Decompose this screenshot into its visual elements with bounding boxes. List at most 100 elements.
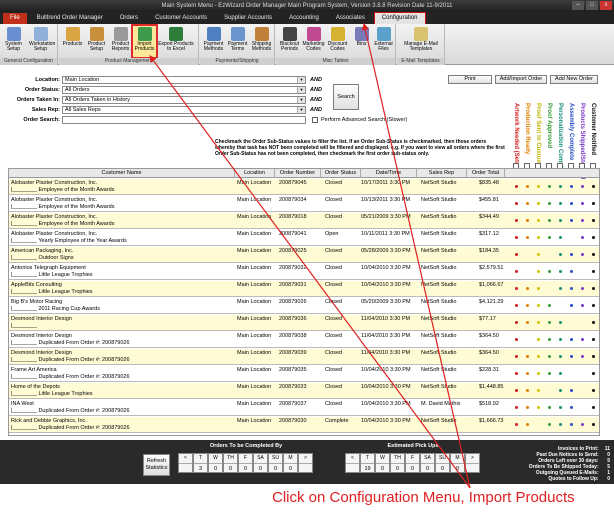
day-box[interactable]: T3: [193, 453, 208, 473]
payment-methods-button[interactable]: Payment Methods: [202, 26, 225, 57]
day-box[interactable]: SU 0: [435, 453, 450, 473]
substatus-filter-personalization[interactable]: Personalization Complete: [556, 103, 565, 176]
table-row[interactable]: Alobaster Plaster Construction, Inc. Main…: [9, 230, 599, 246]
table-row[interactable]: Alobaster Plaster Construction, Inc. Main…: [9, 196, 599, 212]
sales-rep-select[interactable]: All Sales Reps ▼: [62, 106, 306, 114]
table-row[interactable]: Antonios Telegraph Equipment Main Locatio…: [9, 264, 599, 280]
order-status-select[interactable]: All Orders ▼: [62, 86, 306, 94]
substatus-filter-artwork[interactable]: Artwork Needed (Setup): [512, 103, 521, 171]
day-box[interactable]: TH 0: [390, 453, 405, 473]
cell-description: |________ Duplicated From Order #: 20087…: [11, 408, 130, 414]
table-row[interactable]: American Packaging, Inc. Main Location 200…: [9, 247, 599, 263]
minimize-button[interactable]: –: [572, 1, 584, 10]
stat-quotes[interactable]: Quotes to Follow Up: 0: [514, 476, 610, 482]
substatus-filter-production[interactable]: Production Ready: [523, 103, 532, 169]
tab-file[interactable]: File: [3, 12, 27, 24]
substatus-filter-proof-sent[interactable]: Proof Sent to Customer: [534, 103, 543, 170]
day-box[interactable]: TH 0: [223, 453, 238, 473]
day-box[interactable]: M0: [283, 453, 298, 473]
column-location[interactable]: Location: [235, 169, 275, 178]
substatus-dot: [570, 287, 573, 290]
table-row[interactable]: Rick and Debbie Graphics, Inc. Main Locat…: [9, 417, 599, 433]
cell-order-total: $1,448.85: [479, 384, 504, 390]
table-row[interactable]: INA West Main Location 200879037 Closed 10/0…: [9, 400, 599, 416]
cell-date-time: 05/21/2009 3:30 PM: [361, 214, 411, 220]
marketing-codes-button[interactable]: Marketing Codes: [302, 26, 325, 57]
tab-accounting[interactable]: Accounting: [282, 13, 326, 24]
row-description: Duplicated From Order #: 200879026: [38, 425, 130, 431]
column-order-status[interactable]: Order Status: [321, 169, 361, 178]
cell-date-time: 11/04/2010 3:30 PM: [361, 333, 411, 339]
day-box[interactable]: >: [298, 453, 313, 473]
payment-terms-button[interactable]: Payment Terms: [226, 26, 249, 57]
day-box[interactable]: SA 0: [253, 453, 268, 473]
substatus-filter-assembly[interactable]: Assembly Complete: [567, 103, 576, 169]
substatus-dot: [515, 389, 518, 392]
tab-supplier-accounts[interactable]: Supplier Accounts: [217, 13, 279, 24]
column-customer-name[interactable]: Customer Name: [9, 169, 235, 178]
add-new-order-button[interactable]: Add New Order: [550, 75, 598, 84]
table-row[interactable]: Desmond Interior Design Main Location 2008…: [9, 349, 599, 365]
system-setup-button[interactable]: System Setup: [2, 26, 25, 57]
tab-configuration[interactable]: Configuration: [373, 11, 426, 25]
product-setup-button[interactable]: Product Setup: [85, 26, 108, 57]
table-row[interactable]: Home of the Depots Main Location 200879033…: [9, 383, 599, 399]
add-import-order-button[interactable]: Add/Import Order: [495, 75, 547, 84]
table-row[interactable]: Alobaster Plaster Construction, Inc. Main…: [9, 179, 599, 195]
print-button[interactable]: Print: [448, 75, 492, 84]
day-label: SA: [254, 454, 267, 464]
export-products-button[interactable]: Export Products to Excel: [157, 26, 195, 57]
workstation-setup-button[interactable]: Workstation Setup: [29, 26, 55, 57]
cell-description: |________ Little League Trophies: [11, 391, 93, 397]
day-box[interactable]: SA 0: [420, 453, 435, 473]
orders-taken-select[interactable]: All Orders Taken in History ▼: [62, 96, 306, 104]
day-box[interactable]: M0: [450, 453, 465, 473]
table-row[interactable]: Big B's Motor Racing Main Location 2008790…: [9, 298, 599, 314]
day-box[interactable]: T 19: [360, 453, 375, 473]
external-files-button[interactable]: External Files: [372, 26, 395, 57]
substatus-filter-proof-approved[interactable]: Proof Approved: [545, 103, 554, 169]
shipping-methods-button[interactable]: Shipping Methods: [250, 26, 273, 57]
manage-email-templates-button[interactable]: Manage E-Mail Templates: [399, 26, 443, 57]
day-box[interactable]: W0: [375, 453, 390, 473]
day-box[interactable]: F0: [238, 453, 253, 473]
tab-customer-accounts[interactable]: Customer Accounts: [148, 13, 214, 24]
folder-icon: [376, 27, 391, 41]
column-order-total[interactable]: Order Total: [467, 169, 505, 178]
column-sales-rep[interactable]: Sales Rep: [417, 169, 467, 178]
search-button[interactable]: Search: [333, 84, 359, 110]
day-box[interactable]: >: [465, 453, 480, 473]
blackout-periods-button[interactable]: Blackout Periods: [278, 26, 301, 57]
products-button[interactable]: Products: [61, 26, 84, 57]
cell-order-number: 200879032: [279, 265, 307, 271]
close-button[interactable]: x: [600, 1, 612, 10]
substatus-filter-notified[interactable]: Customer Notified: [589, 103, 598, 169]
maximize-button[interactable]: □: [586, 1, 598, 10]
import-products-button[interactable]: Import Products: [131, 24, 158, 59]
day-box[interactable]: F0: [405, 453, 420, 473]
day-box[interactable]: SU 0: [268, 453, 283, 473]
discount-codes-button[interactable]: Discount Codes: [326, 26, 349, 57]
table-row[interactable]: Alobaster Plaster Construction, Inc. Main…: [9, 213, 599, 229]
tab-order-manager[interactable]: Bulltrend Order Manager: [30, 13, 110, 24]
day-box[interactable]: <: [345, 453, 360, 473]
location-select[interactable]: Main Location ▼: [62, 76, 306, 84]
tab-orders[interactable]: Orders: [113, 13, 145, 24]
product-reports-button[interactable]: Product Reports: [109, 26, 132, 57]
day-box[interactable]: <: [178, 453, 193, 473]
column-order-number[interactable]: Order Number: [275, 169, 321, 178]
advanced-search-checkbox[interactable]: [312, 117, 318, 123]
table-row[interactable]: Desmond Interior Design Main Location 2008…: [9, 332, 599, 348]
table-row[interactable]: Frame Art America Main Location 200879035 C…: [9, 366, 599, 382]
table-row[interactable]: AppleBits Consulting Main Location 2008790…: [9, 281, 599, 297]
substatus-dot: [570, 355, 573, 358]
day-box[interactable]: W0: [208, 453, 223, 473]
tab-associates[interactable]: Associates: [329, 13, 372, 24]
refresh-statistics-button[interactable]: Refresh Statistics: [143, 454, 170, 476]
order-search-input[interactable]: [62, 116, 306, 124]
bins-button[interactable]: Bins: [350, 26, 373, 57]
cell-description: |________: [11, 323, 37, 329]
column-date-time[interactable]: Date/Time: [361, 169, 417, 178]
table-row[interactable]: Desmond Interior Design Main Location 2008…: [9, 315, 599, 331]
substatus-filter-shipped[interactable]: Products Shipped/Stocked: [578, 103, 587, 179]
